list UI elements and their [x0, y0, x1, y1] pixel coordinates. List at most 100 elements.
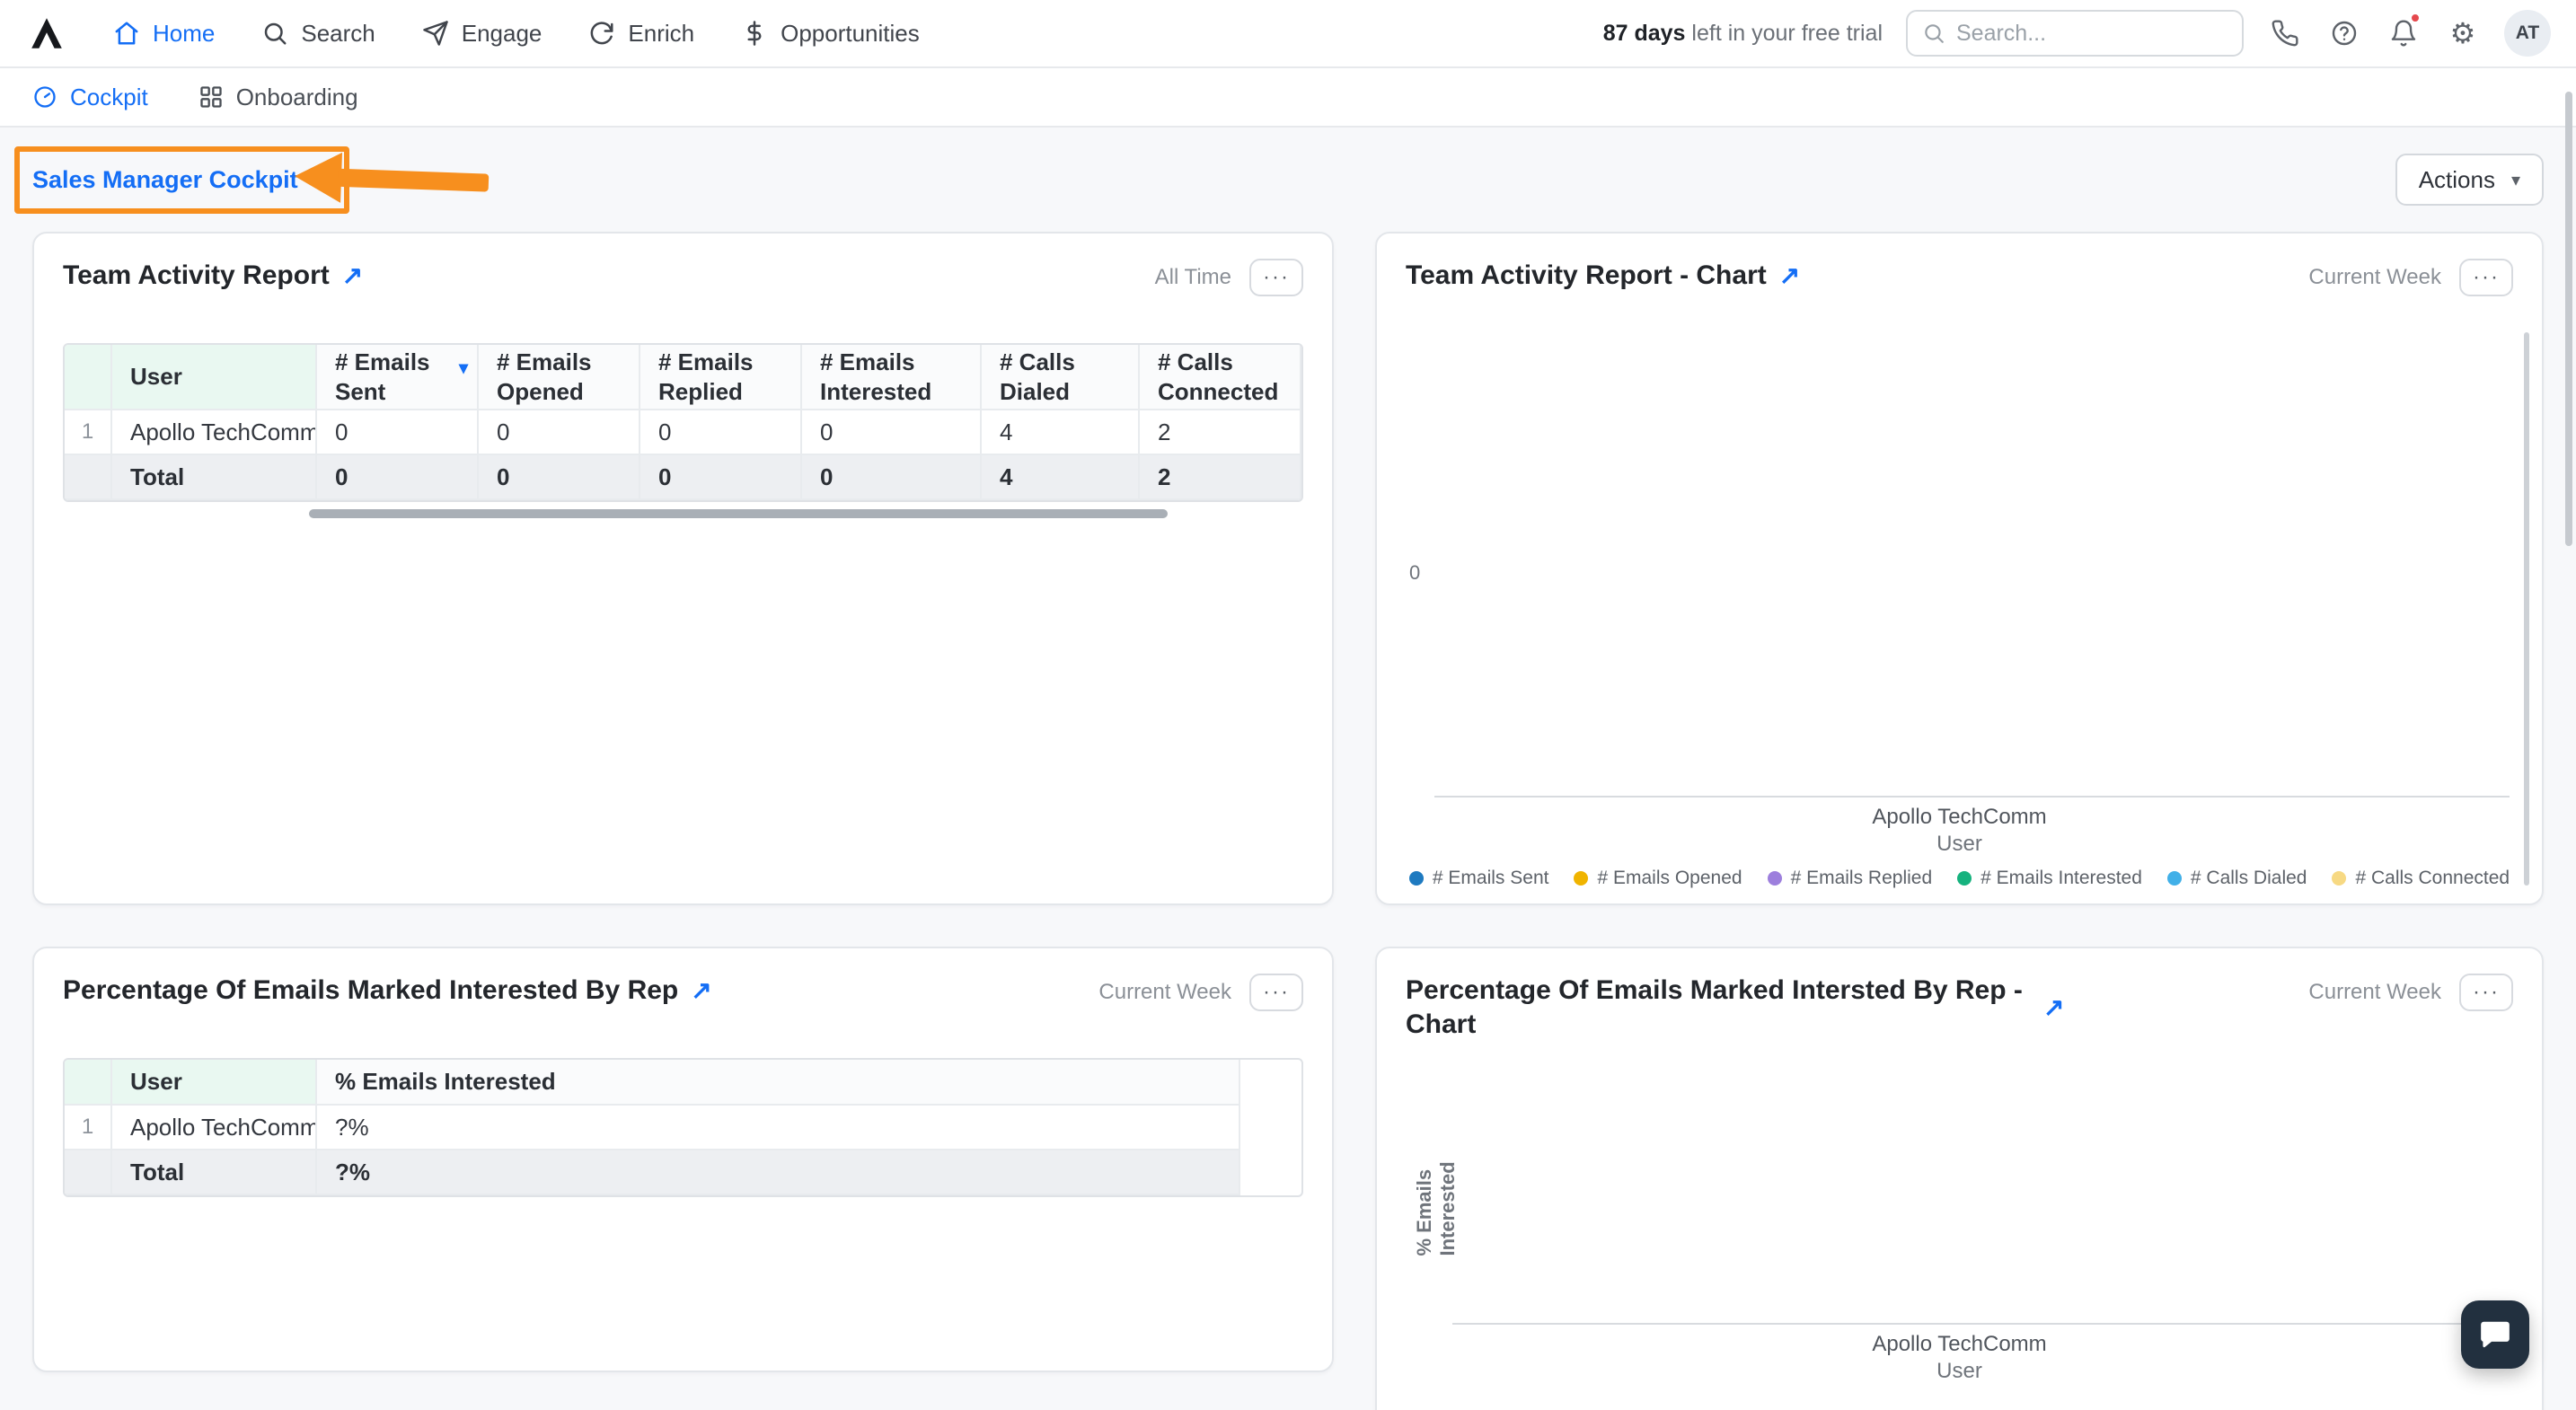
page-scrollbar-thumb[interactable] [2565, 92, 2572, 546]
external-link-icon[interactable]: ↗ [342, 260, 363, 291]
col-emails-sent[interactable]: # Emails Sent ▾ [316, 345, 479, 410]
legend-item[interactable]: # Emails Interested [1957, 868, 2142, 889]
cell-value: ?% [316, 1149, 1240, 1195]
x-axis-title: User [1936, 1359, 1982, 1383]
help-button[interactable] [2326, 15, 2362, 51]
home-icon [115, 22, 138, 45]
cockpit-page: Sales Manager Cockpit ▾ Actions ▾ Team A… [0, 128, 2576, 1410]
timeframe-label: Current Week [2308, 265, 2441, 289]
phone-icon [2272, 20, 2298, 47]
legend-dot [2332, 871, 2347, 886]
timeframe-label: Current Week [2308, 980, 2441, 1004]
cell-value: 2 [1139, 410, 1301, 455]
tab-onboarding[interactable]: Onboarding [198, 84, 358, 111]
horizontal-scrollbar-thumb[interactable] [309, 509, 1168, 518]
col-user[interactable]: User [111, 345, 317, 410]
table-header-row: User # Emails Sent ▾ # Emails Opened # Em… [65, 345, 1301, 410]
chart-legend: # Emails Sent # Emails Opened # Emails R… [1406, 868, 2513, 889]
y-axis-tick: 0 [1409, 560, 1421, 584]
chat-widget-button[interactable] [2461, 1300, 2529, 1369]
dialer-button[interactable] [2267, 15, 2303, 51]
table-scroll-container[interactable]: User # Emails Sent ▾ # Emails Opened # Em… [63, 343, 1303, 502]
select-column-header[interactable] [65, 1060, 112, 1106]
select-column-header[interactable] [65, 345, 112, 410]
col-user[interactable]: User [111, 1060, 317, 1106]
cell-total-label: Total [111, 454, 317, 500]
chart-container: 0 Apollo TechComm User # Emails Sent # E… [1406, 296, 2529, 889]
settings-button[interactable]: ⚙ [2445, 15, 2481, 51]
cell-value: 0 [640, 454, 802, 500]
card-header: Team Activity Report - Chart ↗ Current W… [1406, 259, 2513, 296]
col-emails-opened[interactable]: # Emails Opened [478, 345, 640, 410]
ellipsis-icon: ··· [1263, 980, 1290, 1004]
nav-label: Enrich [628, 19, 695, 47]
card-header-right: Current Week ··· [2308, 259, 2513, 296]
sort-chevron-icon[interactable]: ▾ [459, 357, 468, 380]
page-header: Sales Manager Cockpit ▾ Actions ▾ [14, 128, 2544, 232]
legend-item[interactable]: # Emails Sent [1408, 868, 1548, 889]
cell-value: 0 [316, 410, 479, 455]
global-search[interactable] [1906, 10, 2244, 57]
tab-cockpit[interactable]: Cockpit [32, 84, 148, 111]
cell-value: 0 [801, 410, 982, 455]
actions-label: Actions [2418, 165, 2495, 193]
external-link-icon[interactable]: ↗ [1779, 260, 1800, 291]
col-pct-emails-interested[interactable]: % Emails Interested [316, 1060, 1240, 1106]
dashboard-selector-dropdown[interactable]: Sales Manager Cockpit ▾ [32, 163, 321, 198]
vertical-scrollbar-thumb[interactable] [2524, 332, 2529, 886]
col-calls-connected[interactable]: # Calls Connected [1139, 345, 1301, 410]
legend-dot [1408, 871, 1424, 886]
avatar[interactable]: AT [2504, 10, 2551, 57]
card-team-activity-chart: Team Activity Report - Chart ↗ Current W… [1375, 232, 2544, 905]
cell-value: 4 [981, 410, 1140, 455]
card-header: Team Activity Report ↗ All Time ··· [63, 259, 1303, 296]
col-emails-replied[interactable]: # Emails Replied [640, 345, 802, 410]
nav-item-home[interactable]: Home [90, 0, 238, 66]
notifications-button[interactable] [2386, 12, 2422, 51]
external-link-icon[interactable]: ↗ [2043, 991, 2064, 1023]
send-icon [423, 21, 448, 46]
search-input[interactable] [1956, 20, 2228, 47]
x-axis-category: Apollo TechComm [1872, 1332, 2047, 1356]
gear-icon: ⚙ [2449, 17, 2476, 49]
ellipsis-icon: ··· [1263, 265, 1290, 289]
table-row[interactable]: 1 Apollo TechComm ?% [65, 1105, 1240, 1150]
cell-value: 2 [1139, 454, 1301, 500]
table-row[interactable]: 1 Apollo TechComm 0 0 0 0 4 2 [65, 410, 1301, 455]
cell-user: Apollo TechComm [111, 410, 317, 455]
ellipsis-menu-button[interactable]: ··· [1249, 259, 1303, 296]
tab-label: Cockpit [70, 83, 148, 110]
nav-label: Home [153, 19, 216, 47]
card-title: Team Activity Report - Chart ↗ [1406, 260, 1801, 291]
cell-total-label: Total [111, 1149, 317, 1195]
nav-item-search[interactable]: Search [238, 0, 398, 66]
timeframe-label: Current Week [1098, 980, 1231, 1004]
legend-item[interactable]: # Emails Opened [1574, 868, 1742, 889]
trial-days: 87 days [1602, 20, 1686, 46]
chat-icon [2481, 1321, 2510, 1348]
card-header-right: Current Week ··· [1098, 974, 1303, 1011]
cell-value: 4 [981, 454, 1140, 500]
table-total-row: Total 0 0 0 0 4 2 [65, 454, 1301, 500]
nav-item-engage[interactable]: Engage [399, 0, 566, 66]
actions-button[interactable]: Actions ▾ [2395, 154, 2544, 206]
col-emails-interested[interactable]: # Emails Interested [801, 345, 982, 410]
ellipsis-menu-button[interactable]: ··· [2459, 259, 2513, 296]
ellipsis-menu-button[interactable]: ··· [2459, 974, 2513, 1011]
legend-item[interactable]: # Emails Replied [1767, 868, 1932, 889]
legend-item[interactable]: # Calls Connected [2332, 868, 2510, 889]
ellipsis-menu-button[interactable]: ··· [1249, 974, 1303, 1011]
search-icon [265, 22, 287, 45]
external-link-icon[interactable]: ↗ [691, 974, 711, 1006]
dollar-icon [747, 21, 762, 46]
nav-item-enrich[interactable]: Enrich [565, 0, 718, 66]
apollo-logo-icon[interactable] [25, 12, 68, 55]
col-calls-dialed[interactable]: # Calls Dialed [981, 345, 1140, 410]
table-total-row: Total ?% [65, 1149, 1240, 1195]
question-circle-icon [2332, 21, 2357, 46]
top-navbar: Home Search Engage Enrich Opportunities … [0, 0, 2576, 68]
legend-item[interactable]: # Calls Dialed [2166, 868, 2307, 889]
row-index [65, 1149, 112, 1195]
primary-nav: Home Search Engage Enrich Opportunities [90, 0, 943, 66]
nav-item-opportunities[interactable]: Opportunities [718, 0, 943, 66]
